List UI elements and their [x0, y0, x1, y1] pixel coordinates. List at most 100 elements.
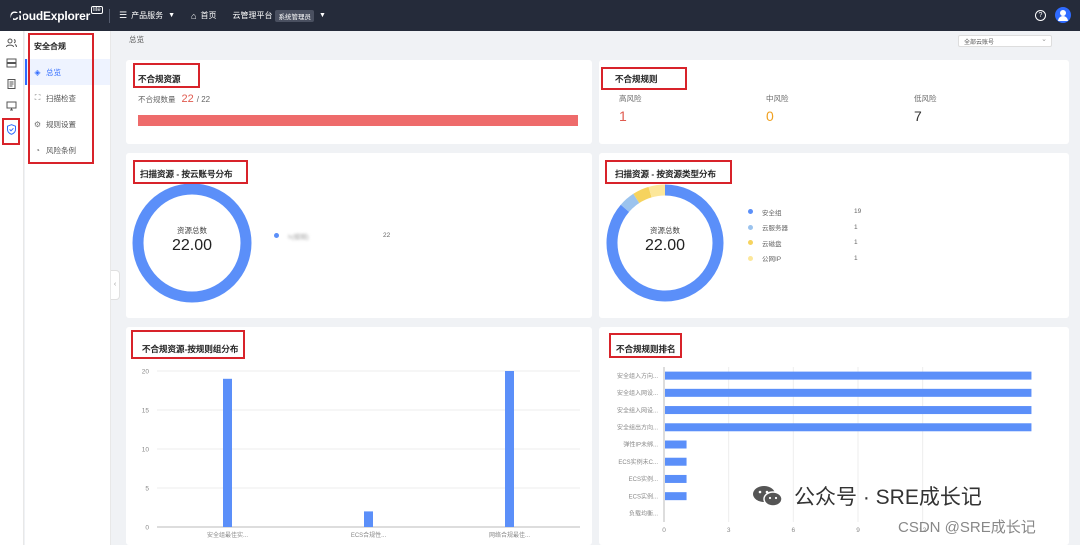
sidebar-item-label: 风险条例 [46, 145, 76, 155]
sidebar-item-rules[interactable]: ⚙ 规则设置 [25, 111, 110, 137]
risk-low[interactable]: 低风险 7 [914, 93, 937, 124]
legend-item[interactable]: 云磁盘 1 [748, 235, 868, 251]
nav-home-label: 首页 [200, 11, 217, 20]
legend-name: 公网IP [762, 256, 782, 264]
wechat-icon [752, 485, 784, 507]
bar[interactable] [665, 474, 687, 483]
bar[interactable] [665, 388, 1032, 397]
help-icon[interactable]: ? [1035, 9, 1046, 21]
rule-ranking-card: 不合规规则排名 0 3 6 9 12 安全组入方向... 安全组入网设... 安全组入网设..… [599, 327, 1069, 545]
nav-home[interactable]: ⌂ 首页 [191, 10, 216, 21]
y-tick-label: 安全组入网设... [617, 406, 658, 414]
risk-medium[interactable]: 中风险 0 [766, 93, 789, 124]
legend: 安全组 19 云服务器 1 云磁盘 1 公网IP 1 [748, 204, 868, 266]
menu-icon: ☰ [119, 10, 128, 20]
x-tick-label: 0 [662, 527, 666, 534]
card-title: 不合规规则 [615, 74, 658, 84]
y-tick-label: 弹性IP未绑... [623, 441, 658, 449]
x-tick-label: 3 [727, 527, 731, 534]
sidebar-item-scan[interactable]: ⛶ 扫描检查 [25, 85, 110, 111]
x-tick-label: 6 [792, 527, 796, 534]
risk-high[interactable]: 高风险 1 [619, 93, 642, 124]
bar[interactable] [665, 457, 687, 466]
x-tick-label: 9 [856, 527, 860, 534]
user-avatar[interactable] [1055, 7, 1071, 23]
collapse-sidebar-button[interactable]: ‹ [111, 270, 120, 300]
y-tick-label: 5 [145, 486, 149, 493]
bar[interactable] [665, 492, 687, 501]
count-label: 不合规数量 [138, 95, 176, 104]
risk-label: 中风险 [766, 94, 789, 103]
sidebar-item-overview[interactable]: ◈ 总览 [25, 59, 110, 85]
users-icon[interactable] [6, 38, 17, 48]
noncompliant-count: 22 [181, 93, 194, 105]
legend-name: 云磁盘 [762, 240, 782, 248]
legend-dot [748, 240, 753, 246]
donut-slice[interactable] [648, 184, 666, 198]
csdn-watermark: CSDN @SRE成长记 [898, 519, 1036, 536]
x-tick-label: ECS合规性... [351, 531, 387, 539]
bar[interactable] [505, 371, 514, 527]
legend-value: 1 [854, 254, 858, 262]
noncompliant-rules-card: 不合规规则 高风险 1 中风险 0 低风险 7 [599, 60, 1069, 144]
donut-slice[interactable] [633, 186, 652, 204]
y-tick-label: ECS实例未C... [618, 458, 658, 466]
legend-item[interactable]: 云服务器 1 [748, 220, 868, 236]
bar[interactable] [665, 406, 1032, 415]
scan-by-type-card: 扫描资源 - 按资源类型分布 资源总数 22.00 安全组 19 云服务器 1 … [599, 153, 1069, 318]
legend-name: h(模糊) [288, 233, 309, 241]
y-tick-label: 安全组入方向... [617, 372, 658, 380]
legend-name: 云服务器 [762, 225, 788, 233]
bar[interactable] [364, 511, 373, 527]
sidebar-item-risk[interactable]: ◔ 风险条例 [25, 137, 110, 163]
y-tick-label: 安全组入网设... [617, 389, 658, 397]
donut-slice[interactable] [620, 193, 640, 213]
legend-value: 19 [854, 208, 862, 216]
shield-icon[interactable] [6, 124, 17, 135]
risk-label: 低风险 [914, 94, 937, 103]
bar[interactable] [665, 440, 687, 449]
y-tick-label: 0 [145, 525, 149, 532]
risk-value: 7 [914, 108, 922, 124]
rule-icon: ⚙ [33, 119, 42, 129]
role-tag: 系统管理员 [275, 9, 314, 22]
y-tick-label: ECS实例... [629, 475, 659, 483]
y-tick-label: 20 [142, 369, 150, 376]
x-tick-label: 安全组最佳实... [207, 531, 248, 539]
legend-item[interactable]: h(模糊) 22 [274, 228, 394, 244]
legend-item[interactable]: 安全组 19 [748, 204, 868, 220]
nav-platform-label: 云管理平台 [232, 11, 273, 20]
legend-item[interactable]: 公网IP 1 [748, 251, 868, 267]
wechat-watermark: 公众号 · SRE成长记 [752, 481, 982, 511]
card-title: 扫描资源 - 按云账号分布 [140, 169, 233, 179]
icon-rail [0, 31, 24, 545]
y-tick-label: 负载均衡... [629, 510, 658, 518]
legend: h(模糊) 22 [274, 228, 394, 244]
noncompliant-resources-card: 不合规资源 不合规数量 22 / 22 [126, 60, 592, 144]
legend-dot [274, 233, 279, 239]
bar[interactable] [665, 423, 1032, 432]
sidebar-item-label: 规则设置 [46, 119, 76, 129]
legend-dot [748, 255, 753, 261]
sidebar: 安全合规 ◈ 总览 ⛶ 扫描检查 ⚙ 规则设置 ◔ 风险条例 [25, 31, 111, 545]
breadcrumb: 总览 [129, 35, 144, 44]
bar[interactable] [665, 371, 1032, 380]
scan-icon: ⛶ [34, 93, 41, 102]
donut-center-label: 资源总数 [650, 226, 680, 235]
monitor-icon[interactable] [6, 101, 17, 111]
bar[interactable] [223, 378, 232, 527]
progress-track [138, 115, 578, 126]
card-title: 不合规规则排名 [616, 344, 676, 354]
nav-platform[interactable]: 云管理平台 系统管理员 ▼ [232, 9, 326, 22]
sidebar-title: 安全合规 [34, 42, 66, 51]
nav-products[interactable]: ☰ 产品服务 ▼ [119, 10, 175, 21]
y-tick-label: 10 [142, 447, 150, 454]
card-title: 扫描资源 - 按资源类型分布 [615, 169, 717, 179]
document-icon[interactable] [6, 79, 17, 89]
sidebar-item-label: 总览 [46, 67, 61, 77]
account-select[interactable]: 全部云账号 [958, 35, 1052, 47]
app-logo[interactable]: CloudExplorer lite [7, 5, 103, 24]
server-icon[interactable] [6, 58, 17, 68]
sidebar-item-label: 扫描检查 [46, 93, 76, 103]
by-rule-group-card: 不合规资源-按规则组分布 0 5 10 15 20 安全组最佳实... ECS合规性... 网… [126, 327, 592, 545]
